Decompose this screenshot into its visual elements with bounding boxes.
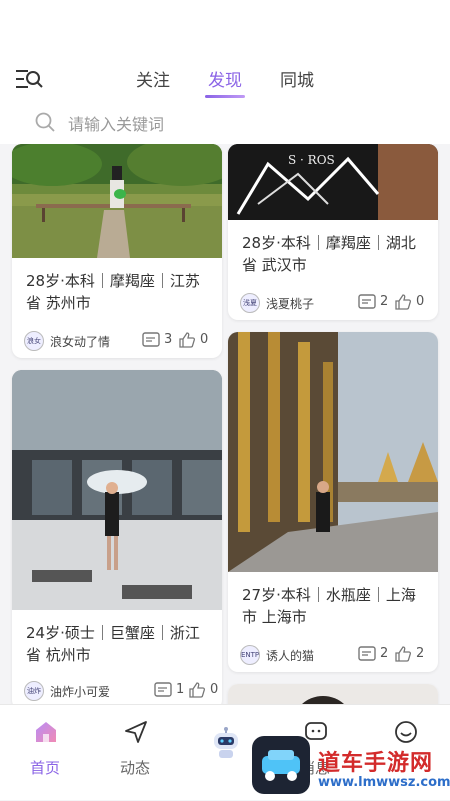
comment-count: 2 <box>380 646 389 661</box>
profile-card[interactable]: 28岁·本科｜摩羯座｜江苏 省 苏州市 浪女 浪女动了情 3 0 <box>12 144 222 358</box>
discover-feed[interactable]: 28岁·本科｜摩羯座｜江苏 省 苏州市 浪女 浪女动了情 3 0 S · ROS… <box>0 144 450 704</box>
robot-icon <box>210 723 242 763</box>
profile-info: 24岁·硕士｜巨蟹座｜浙江 省 杭州市 <box>26 622 200 666</box>
username[interactable]: 油炸小可爱 <box>50 683 110 700</box>
watermark-url: www.lmwwsz.com <box>318 775 450 790</box>
comment-count: 3 <box>164 332 173 347</box>
username[interactable]: 诱人的猫 <box>266 647 314 664</box>
avatar[interactable]: 油炸 <box>24 681 44 701</box>
profile-photo <box>12 370 222 610</box>
profile-photo: S · ROS <box>228 144 438 220</box>
search-bar[interactable]: 请输入关键词 <box>0 100 450 144</box>
like-icon[interactable] <box>394 645 412 663</box>
comment-count: 1 <box>176 682 185 697</box>
like-icon[interactable] <box>178 331 196 349</box>
profile-info-line: 28岁·本科｜摩羯座｜湖北 <box>242 234 416 252</box>
nav-moments[interactable]: 动态 <box>90 705 180 801</box>
profile-info-line: 省 苏州市 <box>26 294 91 312</box>
comment-count: 2 <box>380 294 389 309</box>
watermark-title: 道车手游网 <box>318 751 434 776</box>
profile-card[interactable]: 27岁·本科｜水瓶座｜上海 市 上海市 ENTP 诱人的猫 2 2 <box>228 332 438 672</box>
profile-card[interactable]: 24岁·硕士｜巨蟹座｜浙江 省 杭州市 油炸 油炸小可爱 1 0 <box>12 370 222 704</box>
profile-info: 28岁·本科｜摩羯座｜湖北 省 武汉市 <box>242 232 416 276</box>
nav-label: 首页 <box>29 759 60 777</box>
profile-icon <box>393 719 419 745</box>
svg-text:S · ROS: S · ROS <box>288 153 335 167</box>
home-icon <box>33 719 59 745</box>
card-meta: 浅夏 浅夏桃子 2 0 <box>240 292 430 314</box>
profile-card[interactable]: S · ROS 28岁·本科｜摩羯座｜湖北 省 武汉市 浅夏 浅夏桃子 2 0 <box>228 144 438 320</box>
active-tab-indicator <box>205 95 245 98</box>
avatar[interactable]: 浪女 <box>24 331 44 351</box>
top-bar: 关注 发现 同城 <box>0 58 450 100</box>
avatar[interactable]: ENTP <box>240 645 260 665</box>
profile-info-line: 省 杭州市 <box>26 646 91 664</box>
card-meta: ENTP 诱人的猫 2 2 <box>240 644 430 666</box>
profile-card[interactable] <box>228 684 438 704</box>
comment-icon[interactable] <box>154 682 172 698</box>
top-tabs: 关注 发现 同城 <box>0 58 450 100</box>
profile-info: 28岁·本科｜摩羯座｜江苏 省 苏州市 <box>26 270 200 314</box>
comment-icon[interactable] <box>358 646 376 662</box>
like-count: 0 <box>200 332 209 347</box>
tab-nearby[interactable]: 同城 <box>280 66 314 91</box>
like-count: 0 <box>416 294 425 309</box>
nav-home[interactable]: 首页 <box>0 705 90 801</box>
profile-info-line: 27岁·本科｜水瓶座｜上海 <box>242 586 416 604</box>
status-bar <box>0 0 450 58</box>
profile-photo <box>12 144 222 258</box>
like-icon[interactable] <box>394 293 412 311</box>
profile-info-line: 市 上海市 <box>242 608 307 626</box>
card-meta: 油炸 油炸小可爱 1 0 <box>24 680 218 702</box>
card-meta: 浪女 浪女动了情 3 0 <box>24 330 214 352</box>
like-count: 2 <box>416 646 425 661</box>
profile-photo <box>228 684 438 704</box>
comment-icon[interactable] <box>358 294 376 310</box>
send-icon <box>123 719 149 745</box>
username[interactable]: 浪女动了情 <box>50 333 110 350</box>
comment-icon[interactable] <box>142 332 160 348</box>
username[interactable]: 浅夏桃子 <box>266 295 314 312</box>
nav-label: 动态 <box>119 759 150 777</box>
profile-info: 27岁·本科｜水瓶座｜上海 市 上海市 <box>242 584 416 628</box>
profile-info-line: 24岁·硕士｜巨蟹座｜浙江 <box>26 624 200 642</box>
watermark-logo <box>252 736 310 794</box>
like-count: 0 <box>210 682 219 697</box>
tab-discover[interactable]: 发现 <box>208 66 242 91</box>
avatar[interactable]: 浅夏 <box>240 293 260 313</box>
search-input[interactable]: 请输入关键词 <box>68 111 164 135</box>
profile-info-line: 28岁·本科｜摩羯座｜江苏 <box>26 272 200 290</box>
search-icon <box>34 111 56 133</box>
profile-info-line: 省 武汉市 <box>242 256 307 274</box>
profile-photo <box>228 332 438 572</box>
tab-follow[interactable]: 关注 <box>136 66 170 91</box>
like-icon[interactable] <box>188 681 206 699</box>
